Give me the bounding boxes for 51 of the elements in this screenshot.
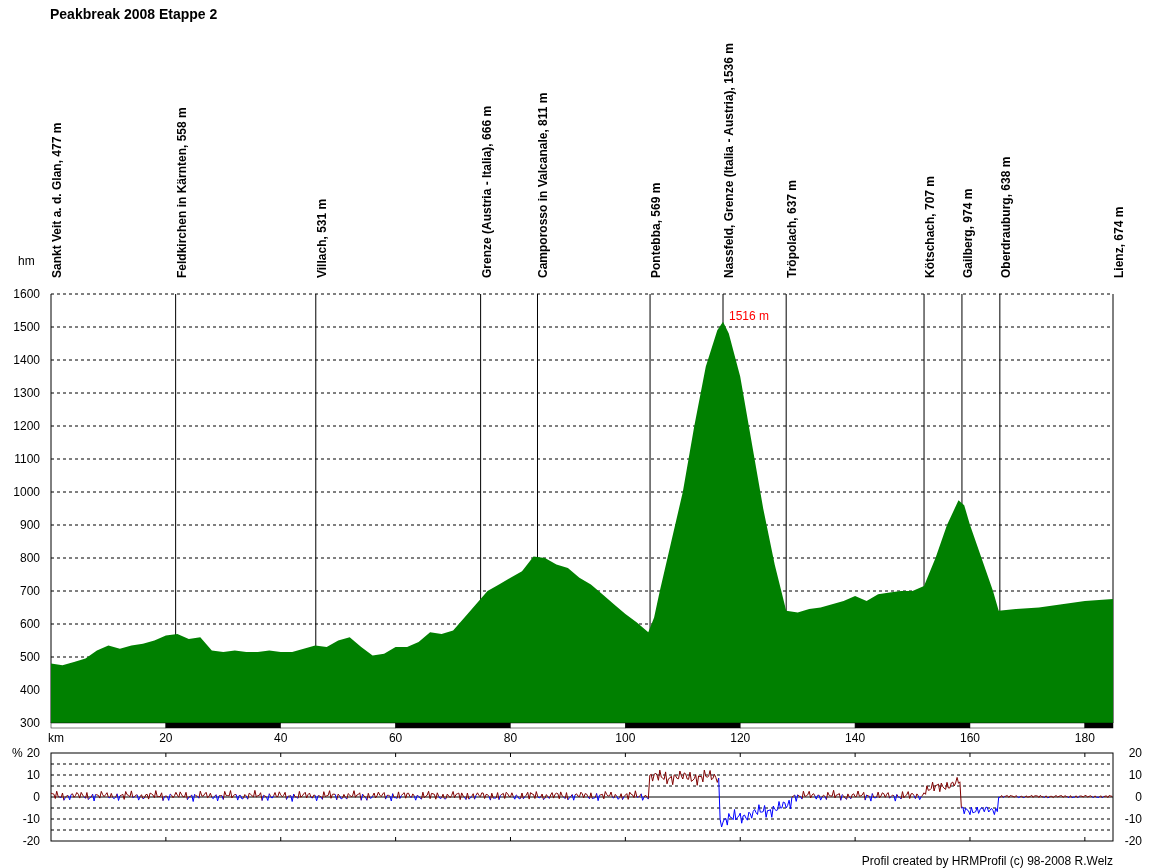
chart-title: Peakbreak 2008 Etappe 2 — [50, 6, 218, 22]
y-tick-label: 1100 — [14, 452, 40, 466]
gradient-tick-label: -10 — [22, 812, 40, 826]
x-tick-label: 40 — [274, 731, 288, 745]
x-tick-label: 160 — [959, 731, 980, 745]
gradient-tick-label: -20 — [22, 834, 40, 848]
x-tick-label: 100 — [615, 731, 636, 745]
x-tick-label: 20 — [159, 731, 173, 745]
waypoint-label: Lienz, 674 m — [1112, 206, 1126, 278]
waypoint-label: Tröpolach, 637 m — [785, 179, 800, 278]
y-tick-label: 900 — [19, 518, 40, 532]
peak-label: 1516 m — [729, 308, 770, 323]
y-tick-label: 700 — [19, 584, 40, 598]
gradient-tick-label: 0 — [1135, 790, 1142, 804]
gradient-tick-label: 0 — [33, 790, 40, 804]
credit-text: Profil created by HRMProfil (c) 98-2008 R.Welz — [861, 854, 1113, 868]
waypoint-label: Sankt Veit a. d. Glan, 477 m — [50, 122, 64, 278]
x-axis-label: km — [48, 731, 64, 745]
y-tick-label: 1500 — [13, 320, 40, 334]
y-tick-label: 1600 — [13, 287, 40, 301]
gradient-unit-label: % — [12, 746, 23, 760]
y-tick-label: 1400 — [13, 353, 40, 367]
waypoint-label: Kötschach, 707 m — [923, 175, 938, 278]
y-tick-label: 800 — [19, 551, 40, 565]
waypoint-label: Oberdrauburg, 638 m — [998, 156, 1013, 278]
waypoint-label: Camporosso in Valcanale, 811 m — [536, 92, 551, 278]
gradient-tick-label: 10 — [1128, 768, 1142, 782]
x-tick-label: 60 — [388, 731, 403, 745]
gradient-tick-label: 20 — [26, 746, 40, 760]
x-tick-label: 80 — [503, 731, 518, 745]
y-tick-label: 300 — [19, 716, 40, 730]
waypoint-label: Villach, 531 m — [314, 198, 329, 278]
y-tick-label: 1300 — [13, 386, 40, 400]
waypoint-label: Nassfeld, Grenze (Italia - Austria), 1536 m — [722, 43, 736, 278]
gradient-tick-label: 20 — [1128, 746, 1142, 760]
gradient-tick-label: -20 — [1124, 834, 1142, 848]
waypoint-label: Grenze (Austria - Italia), 666 m — [479, 105, 494, 278]
y-axis-label: hm — [18, 254, 35, 268]
y-tick-label: 600 — [19, 617, 40, 631]
x-tick-label: 180 — [1074, 731, 1095, 745]
gradient-tick-label: -10 — [1124, 812, 1142, 826]
y-tick-label: 1200 — [13, 419, 40, 433]
x-tick-label: 140 — [845, 731, 866, 745]
x-tick-label: 120 — [730, 731, 751, 745]
waypoint-label: Feldkirchen in Kärnten, 558 m — [174, 107, 189, 278]
y-tick-label: 1000 — [13, 485, 40, 499]
y-tick-label: 400 — [19, 683, 40, 697]
gradient-tick-label: 10 — [26, 768, 40, 782]
y-tick-label: 500 — [19, 650, 40, 664]
waypoint-label: Gailberg, 974 m — [960, 188, 975, 278]
waypoint-label: Pontebba, 569 m — [649, 182, 664, 278]
